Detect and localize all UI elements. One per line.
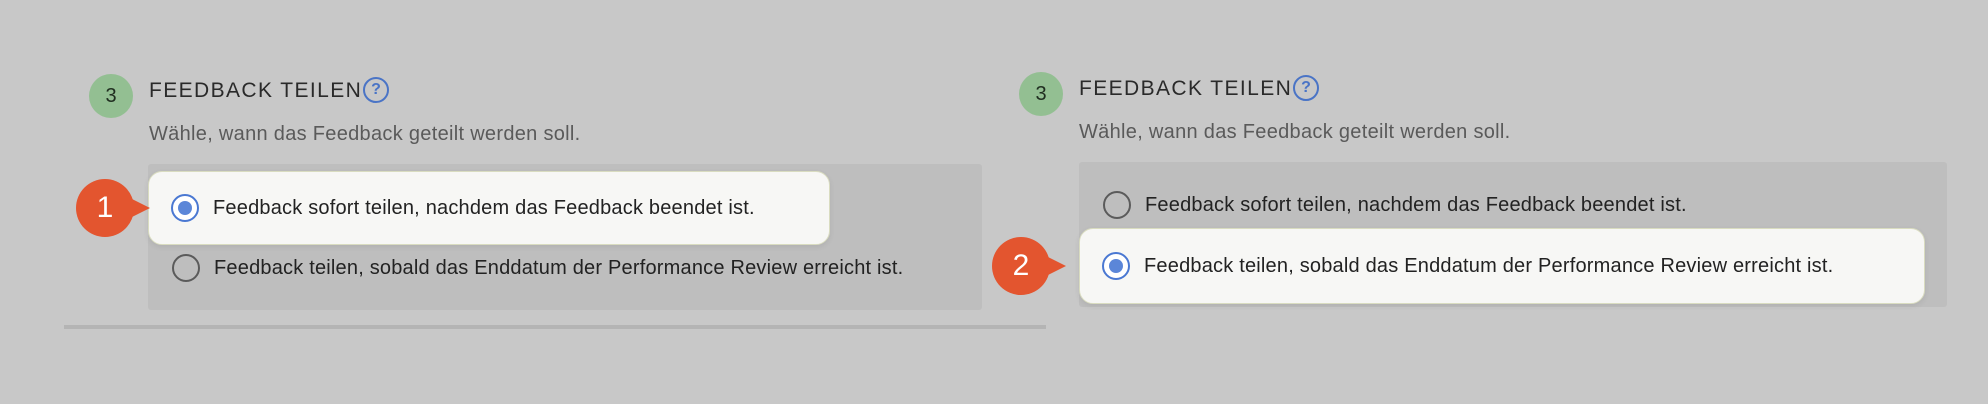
step-badge: 3 — [89, 74, 133, 118]
option-share-immediately[interactable]: Feedback sofort teilen, nachdem das Feed… — [1103, 190, 1687, 220]
radio-checked-icon[interactable] — [1102, 252, 1130, 280]
option-share-on-enddate[interactable]: Feedback teilen, sobald das Enddatum der… — [172, 253, 903, 283]
option-share-on-enddate[interactable]: Feedback teilen, sobald das Enddatum der… — [1079, 228, 1925, 304]
callout-badge: 1 — [76, 179, 150, 237]
step-number: 3 — [1035, 82, 1047, 105]
divider — [64, 325, 1046, 329]
step-number: 3 — [105, 84, 117, 107]
option-share-immediately[interactable]: Feedback sofort teilen, nachdem das Feed… — [148, 171, 830, 245]
radio-checked-icon[interactable] — [171, 194, 199, 222]
section-description: Wähle, wann das Feedback geteilt werden … — [149, 123, 581, 145]
section-description: Wähle, wann das Feedback geteilt werden … — [1079, 121, 1511, 143]
callout-badge: 2 — [992, 237, 1066, 295]
right-panel: 3 FEEDBACK TEILEN ? Wähle, wann das Feed… — [992, 0, 1988, 404]
radio-unchecked-icon[interactable] — [172, 254, 200, 282]
section-title: FEEDBACK TEILEN — [149, 79, 363, 102]
help-icon[interactable]: ? — [363, 77, 389, 103]
help-icon[interactable]: ? — [1293, 75, 1319, 101]
section-title: FEEDBACK TEILEN — [1079, 77, 1293, 100]
option-label: Feedback sofort teilen, nachdem das Feed… — [1145, 193, 1687, 216]
option-label: Feedback teilen, sobald das Enddatum der… — [1144, 254, 1834, 277]
radio-unchecked-icon[interactable] — [1103, 191, 1131, 219]
option-label: Feedback teilen, sobald das Enddatum der… — [214, 256, 904, 279]
option-label: Feedback sofort teilen, nachdem das Feed… — [213, 196, 755, 219]
step-badge: 3 — [1019, 72, 1063, 116]
left-panel: 3 FEEDBACK TEILEN ? Wähle, wann das Feed… — [0, 0, 1046, 404]
